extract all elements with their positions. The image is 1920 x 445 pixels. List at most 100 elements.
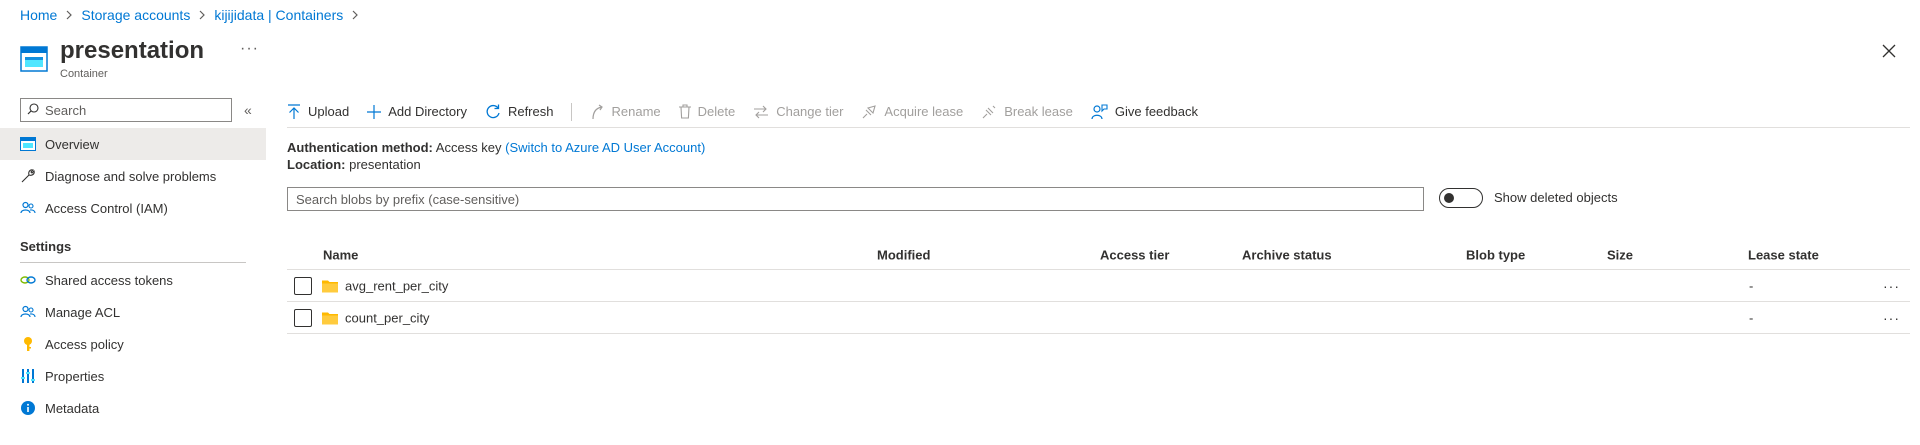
rename-button[interactable]: Rename <box>590 104 661 120</box>
close-icon[interactable] <box>1878 40 1900 62</box>
sidebar-item-label: Metadata <box>45 400 100 416</box>
collapse-sidebar-button[interactable]: « <box>244 102 252 118</box>
trash-icon <box>678 104 691 119</box>
folder-icon <box>322 312 338 324</box>
row-lease-state: - <box>1749 310 1754 325</box>
more-options-button[interactable]: ··· <box>240 40 259 58</box>
column-header-blob-type[interactable]: Blob type <box>1466 247 1525 262</box>
location-label: Location: <box>287 157 346 172</box>
row-name-link[interactable]: count_per_city <box>345 310 430 325</box>
give-feedback-button[interactable]: Give feedback <box>1091 103 1198 120</box>
rename-label: Rename <box>611 104 661 119</box>
break-lease-icon <box>982 105 996 118</box>
sidebar-item-label: Manage ACL <box>45 304 121 320</box>
sidebar-item-label: Shared access tokens <box>45 272 173 288</box>
change-tier-icon <box>754 105 769 118</box>
chevron-right-icon <box>351 10 359 20</box>
sidebar-nav: Overview Diagnose and solve problems Acc… <box>0 128 266 424</box>
row-more-button[interactable]: ··· <box>1883 278 1900 294</box>
switch-auth-link[interactable]: (Switch to Azure AD User Account) <box>505 140 705 155</box>
plus-icon <box>367 104 382 119</box>
column-header-archive-status[interactable]: Archive status <box>1242 247 1332 262</box>
sidebar-item-shared-access-tokens[interactable]: Shared access tokens <box>0 264 266 296</box>
breadcrumb-storage-accounts[interactable]: Storage accounts <box>81 7 190 23</box>
auth-method-value: Access key <box>435 140 502 155</box>
column-header-access-tier[interactable]: Access tier <box>1100 247 1169 262</box>
acquire-lease-button[interactable]: Acquire lease <box>861 104 963 120</box>
sidebar-item-label: Access policy <box>45 336 124 352</box>
sidebar-item-properties[interactable]: Properties <box>0 360 266 392</box>
sidebar-search <box>20 98 232 122</box>
location-value: presentation <box>349 157 421 172</box>
toggle-knob <box>1444 193 1454 203</box>
add-directory-label: Add Directory <box>388 104 467 119</box>
sidebar-item-label: Diagnose and solve problems <box>45 168 217 184</box>
sidebar-item-manage-acl[interactable]: Manage ACL <box>0 296 266 328</box>
breadcrumb-home[interactable]: Home <box>20 7 57 23</box>
blob-search-input[interactable] <box>296 191 1423 207</box>
delete-button[interactable]: Delete <box>678 104 736 119</box>
delete-label: Delete <box>697 104 736 119</box>
upload-label: Upload <box>308 104 350 119</box>
row-name-link[interactable]: avg_rent_per_city <box>345 278 448 293</box>
acquire-lease-icon <box>863 104 877 118</box>
show-deleted-label: Show deleted objects <box>1494 190 1618 205</box>
column-header-modified[interactable]: Modified <box>877 247 930 262</box>
chevron-right-icon <box>198 10 206 20</box>
blob-table: Name Modified Access tier Archive status… <box>287 240 1910 334</box>
key-icon <box>20 336 36 352</box>
info-icon <box>20 400 36 416</box>
sidebar-item-access-control[interactable]: Access Control (IAM) <box>0 192 266 224</box>
change-tier-label: Change tier <box>776 104 844 119</box>
refresh-label: Refresh <box>507 104 554 119</box>
upload-icon <box>288 103 300 119</box>
show-deleted-toggle[interactable] <box>1439 188 1483 208</box>
section-heading: Settings <box>20 239 72 254</box>
auth-method-label: Authentication method: <box>287 140 433 155</box>
upload-button[interactable]: Upload <box>287 103 350 120</box>
location-row: Location: presentation <box>287 156 705 173</box>
break-lease-label: Break lease <box>1004 104 1073 119</box>
add-directory-button[interactable]: Add Directory <box>367 104 467 119</box>
sidebar-item-overview[interactable]: Overview <box>0 128 266 160</box>
properties-icon <box>20 368 36 384</box>
auth-info: Authentication method: Access key (Switc… <box>287 139 705 173</box>
page-subtitle: Container <box>60 68 108 80</box>
row-checkbox[interactable] <box>294 308 312 327</box>
people-icon <box>20 200 36 216</box>
blob-search <box>287 187 1424 211</box>
sidebar-item-access-policy[interactable]: Access policy <box>0 328 266 360</box>
sidebar-item-diagnose[interactable]: Diagnose and solve problems <box>0 160 266 192</box>
breadcrumb: Home Storage accounts kijijidata | Conta… <box>20 7 367 23</box>
sidebar-item-label: Overview <box>45 136 100 152</box>
page-title: presentation <box>60 37 205 64</box>
page-header: presentation Container ··· <box>20 36 258 80</box>
sidebar-item-metadata[interactable]: Metadata <box>0 392 266 424</box>
search-icon <box>27 102 39 118</box>
sidebar-item-label: Properties <box>45 368 105 384</box>
chevron-right-icon <box>65 10 73 20</box>
refresh-button[interactable]: Refresh <box>485 104 554 120</box>
auth-method-row: Authentication method: Access key (Switc… <box>287 139 705 156</box>
column-header-name[interactable]: Name <box>323 247 358 262</box>
column-header-lease-state[interactable]: Lease state <box>1748 247 1819 262</box>
change-tier-button[interactable]: Change tier <box>753 104 843 119</box>
row-checkbox[interactable] <box>294 276 312 295</box>
table-row: count_per_city - ··· <box>287 302 1910 334</box>
sidebar-search-input[interactable] <box>45 102 215 118</box>
divider <box>20 262 246 263</box>
link-icon <box>20 272 36 288</box>
refresh-icon <box>486 104 500 118</box>
title-block: presentation Container <box>60 36 204 80</box>
table-row: avg_rent_per_city - ··· <box>287 270 1910 302</box>
acquire-lease-label: Acquire lease <box>884 104 964 119</box>
sidebar-item-label: Access Control (IAM) <box>45 200 168 216</box>
break-lease-button[interactable]: Break lease <box>981 104 1073 120</box>
rename-icon <box>592 104 604 119</box>
wrench-icon <box>20 168 36 184</box>
command-bar: Upload Add Directory Refresh Rename Dele… <box>287 96 1910 128</box>
row-more-button[interactable]: ··· <box>1883 310 1900 326</box>
row-lease-state: - <box>1749 278 1754 293</box>
column-header-size[interactable]: Size <box>1607 247 1633 262</box>
breadcrumb-containers[interactable]: kijijidata | Containers <box>214 7 343 23</box>
